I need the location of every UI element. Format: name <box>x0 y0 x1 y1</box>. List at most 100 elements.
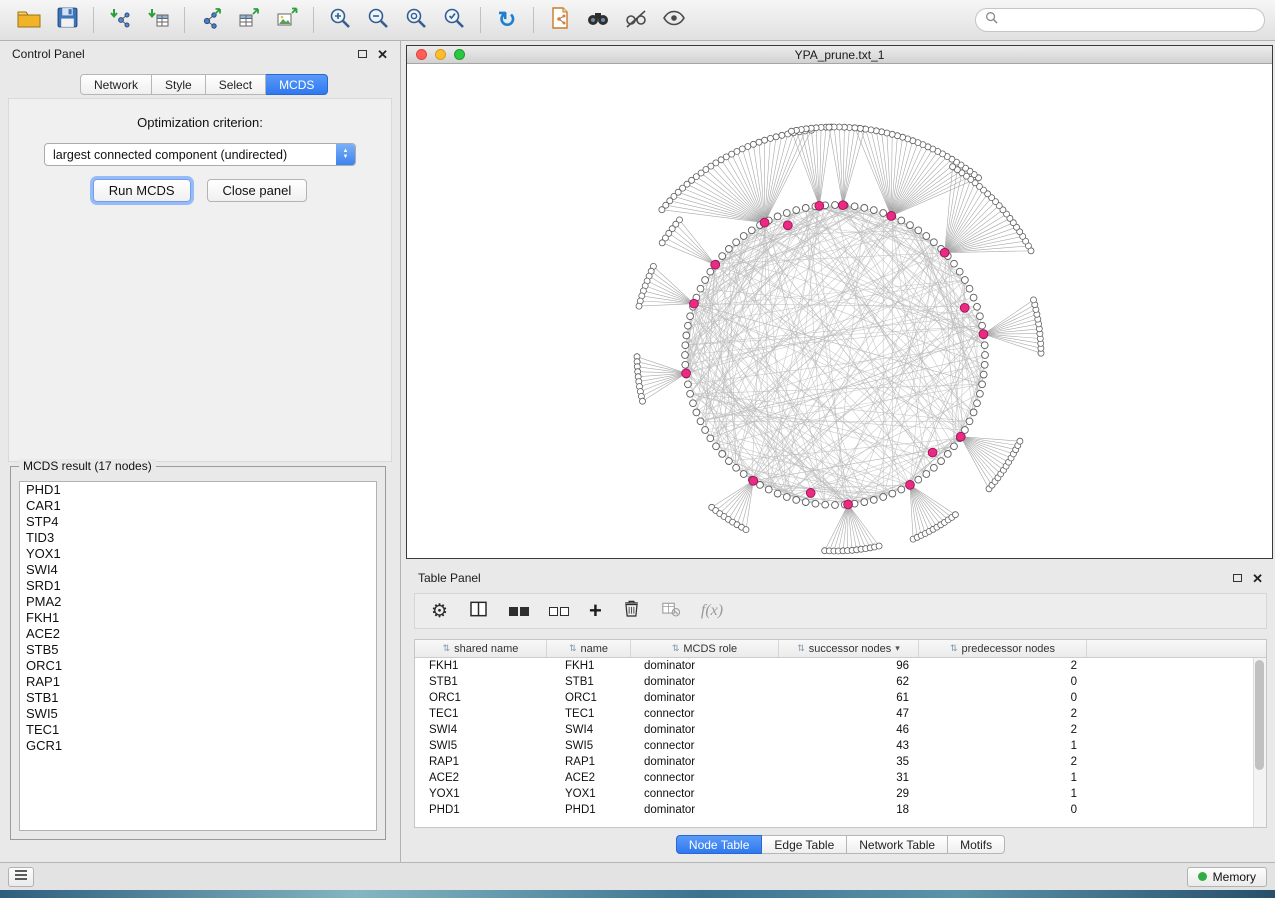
scrollbar-thumb[interactable] <box>1255 660 1264 770</box>
mcds-result-item[interactable]: STP4 <box>20 514 376 530</box>
table-row[interactable]: ACE2ACE2connector311 <box>415 770 1266 786</box>
node-table-body: FKH1FKH1dominator962STB1STB1dominator620… <box>415 658 1266 818</box>
mcds-result-item[interactable]: STB5 <box>20 642 376 658</box>
table-row[interactable]: RAP1RAP1dominator352 <box>415 754 1266 770</box>
table-row[interactable]: FKH1FKH1dominator962 <box>415 658 1266 674</box>
task-history-button[interactable] <box>8 867 34 887</box>
function-builder-icon: f(x) <box>701 602 723 620</box>
memory-button[interactable]: Memory <box>1187 867 1267 887</box>
mcds-result-item[interactable]: SRD1 <box>20 578 376 594</box>
zoom-in-button[interactable] <box>321 4 359 36</box>
select-stepper-icon: ▲▼ <box>336 144 355 165</box>
open-session-button[interactable] <box>10 4 48 36</box>
minimize-window-icon[interactable] <box>435 49 446 60</box>
deselect-all-columns-icon[interactable] <box>549 607 569 616</box>
column-header-predecessor-nodes[interactable]: ⇅ predecessor nodes <box>919 640 1087 657</box>
tab-network[interactable]: Network <box>80 74 152 95</box>
delete-table-icon <box>661 600 681 623</box>
application-window: ↻ <box>0 0 1275 898</box>
export-table-button[interactable] <box>230 4 268 36</box>
table-row[interactable]: PHD1PHD1dominator180 <box>415 802 1266 818</box>
mcds-result-item[interactable]: SWI4 <box>20 562 376 578</box>
float-panel-icon[interactable] <box>1233 574 1242 582</box>
close-panel-button[interactable]: Close panel <box>207 179 308 202</box>
close-window-icon[interactable] <box>416 49 427 60</box>
mcds-result-item[interactable]: CAR1 <box>20 498 376 514</box>
mcds-result-item[interactable]: STB1 <box>20 690 376 706</box>
share-document-button[interactable] <box>541 4 579 36</box>
mcds-result-item[interactable]: ACE2 <box>20 626 376 642</box>
mcds-result-item[interactable]: TEC1 <box>20 722 376 738</box>
select-all-columns-icon[interactable] <box>509 607 529 616</box>
column-header-name[interactable]: ⇅ name <box>547 640 631 657</box>
table-row[interactable]: ORC1ORC1dominator610 <box>415 690 1266 706</box>
search-network-button[interactable] <box>579 4 617 36</box>
zoom-out-button[interactable] <box>359 4 397 36</box>
add-column-icon[interactable]: + <box>589 600 602 622</box>
export-network-button[interactable] <box>192 4 230 36</box>
mcds-result-item[interactable]: PMA2 <box>20 594 376 610</box>
sort-icon: ⇅ <box>569 643 577 654</box>
tab-edge-table[interactable]: Edge Table <box>762 835 847 854</box>
table-row[interactable]: SWI5SWI5connector431 <box>415 738 1266 754</box>
tab-motifs[interactable]: Motifs <box>948 835 1005 854</box>
delete-column-trash-icon[interactable] <box>622 598 641 624</box>
network-graph[interactable] <box>407 65 1272 559</box>
close-panel-icon[interactable]: ✕ <box>1252 572 1263 585</box>
import-table-button[interactable] <box>139 4 177 36</box>
tab-node-table[interactable]: Node Table <box>676 835 763 854</box>
refresh-icon: ↻ <box>498 9 516 31</box>
network-titlebar[interactable]: YPA_prune.txt_1 <box>407 46 1272 64</box>
mcds-result-item[interactable]: RAP1 <box>20 674 376 690</box>
float-panel-icon[interactable] <box>358 50 367 58</box>
memory-status-icon <box>1198 872 1207 881</box>
save-icon <box>56 6 79 34</box>
toolbar-separator <box>533 7 534 33</box>
column-header-shared-name[interactable]: ⇅ shared name <box>415 640 547 657</box>
mcds-result-group: MCDS result (17 nodes) PHD1CAR1STP4TID3Y… <box>10 466 386 840</box>
mcds-tab-content: Optimization criterion: largest connecte… <box>8 98 392 462</box>
show-details-button[interactable] <box>655 4 693 36</box>
status-bar: Memory <box>0 862 1275 890</box>
tab-network-table[interactable]: Network Table <box>847 835 948 854</box>
table-scrollbar[interactable] <box>1253 658 1266 827</box>
column-header-successor-nodes[interactable]: ⇅ successor nodes ▾ <box>779 640 919 657</box>
show-columns-icon[interactable] <box>468 599 489 624</box>
zoom-selected-button[interactable] <box>435 4 473 36</box>
tab-mcds[interactable]: MCDS <box>266 74 328 95</box>
table-row[interactable]: TEC1TEC1connector472 <box>415 706 1266 722</box>
mcds-result-item[interactable]: SWI5 <box>20 706 376 722</box>
criterion-select[interactable]: largest connected component (undirected)… <box>44 143 356 166</box>
table-row[interactable]: SWI4SWI4dominator462 <box>415 722 1266 738</box>
binoculars-icon <box>585 7 611 34</box>
search-input[interactable] <box>1004 13 1255 27</box>
network-canvas[interactable] <box>407 65 1272 558</box>
tab-select[interactable]: Select <box>206 74 266 95</box>
mcds-result-item[interactable]: ORC1 <box>20 658 376 674</box>
apply-layout-button[interactable]: ↻ <box>488 4 526 36</box>
column-header-mcds-role[interactable]: ⇅ MCDS role <box>631 640 779 657</box>
table-panel-tabs: Node Table Edge Table Network Table Moti… <box>406 835 1275 854</box>
mcds-result-list[interactable]: PHD1CAR1STP4TID3YOX1SWI4SRD1PMA2FKH1ACE2… <box>19 481 377 831</box>
table-options-gear-icon[interactable]: ⚙ <box>431 602 448 621</box>
search-icon <box>985 11 998 29</box>
zoom-fit-button[interactable] <box>397 4 435 36</box>
mcds-result-item[interactable]: PHD1 <box>20 482 376 498</box>
mcds-result-item[interactable]: YOX1 <box>20 546 376 562</box>
mcds-result-item[interactable]: GCR1 <box>20 738 376 754</box>
mcds-result-item[interactable]: TID3 <box>20 530 376 546</box>
hide-details-button[interactable] <box>617 4 655 36</box>
table-row[interactable]: YOX1YOX1connector291 <box>415 786 1266 802</box>
save-session-button[interactable] <box>48 4 86 36</box>
import-network-button[interactable] <box>101 4 139 36</box>
mcds-button-row: Run MCDS Close panel <box>9 179 391 202</box>
close-panel-icon[interactable]: ✕ <box>377 48 388 61</box>
tab-style[interactable]: Style <box>152 74 206 95</box>
export-image-button[interactable] <box>268 4 306 36</box>
run-mcds-button[interactable]: Run MCDS <box>93 179 191 202</box>
mcds-result-item[interactable]: FKH1 <box>20 610 376 626</box>
maximize-window-icon[interactable] <box>454 49 465 60</box>
chevron-down-icon[interactable]: ▾ <box>895 643 900 654</box>
table-row[interactable]: STB1STB1dominator620 <box>415 674 1266 690</box>
toolbar-search[interactable] <box>975 8 1265 32</box>
